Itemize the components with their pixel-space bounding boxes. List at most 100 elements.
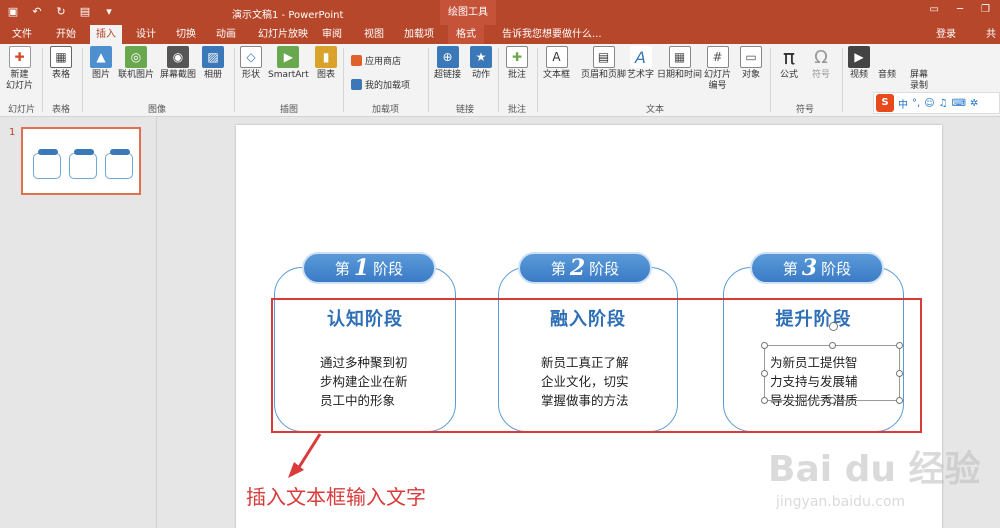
ime-mode[interactable]: 中 <box>898 96 908 111</box>
date-time-button[interactable]: ▦ 日期和时间 <box>657 46 702 81</box>
textbox-button[interactable]: A 文本框 <box>543 46 570 81</box>
group-separator <box>498 48 499 112</box>
thumb-card <box>105 149 133 179</box>
save-icon[interactable]: ▣ <box>6 4 20 18</box>
wordart-button[interactable]: A 艺术字 <box>627 46 654 81</box>
object-button[interactable]: ▭ 对象 <box>740 46 762 81</box>
tab-insert[interactable]: 插入 <box>90 25 122 44</box>
resize-handle[interactable] <box>829 397 836 404</box>
audio-button[interactable]: 音频 <box>878 70 896 81</box>
tab-file[interactable]: 文件 <box>12 25 32 44</box>
ribbon-display-icon[interactable]: ▭ <box>930 4 939 15</box>
object-icon: ▭ <box>740 46 762 68</box>
resize-handle[interactable] <box>896 370 903 377</box>
tab-animations[interactable]: 动画 <box>216 25 236 44</box>
slide-number-button[interactable]: # 幻灯片 编号 <box>704 46 731 92</box>
group-label-illustrations: 插图 <box>280 105 299 115</box>
video-icon: ▶ <box>848 46 870 68</box>
thumb-card-header <box>110 149 130 155</box>
quick-access-toolbar: ▣ ↶ ↻ ▤ ▾ <box>6 4 116 18</box>
minimize-icon[interactable]: ─ <box>957 4 963 15</box>
screen-recording-button[interactable]: 屏幕 录制 <box>910 70 928 92</box>
rotate-handle-icon[interactable] <box>829 322 838 331</box>
hyperlink-button[interactable]: ⊕ 超链接 <box>434 46 461 81</box>
stage-header-3[interactable]: 第 3 阶段 <box>750 252 884 284</box>
settings-icon[interactable]: ✲ <box>970 98 978 109</box>
punctuation-icon[interactable]: °, <box>912 98 920 109</box>
undo-icon[interactable]: ↶ <box>30 4 44 18</box>
smartart-button[interactable]: ▶ SmartArt <box>268 46 309 81</box>
emoji-icon[interactable]: ☺ <box>924 98 934 109</box>
group-label-links: 链接 <box>456 105 475 115</box>
resize-handle[interactable] <box>896 342 903 349</box>
group-separator <box>428 48 429 112</box>
tab-transitions[interactable]: 切换 <box>176 25 196 44</box>
tab-home[interactable]: 开始 <box>56 25 76 44</box>
tab-slideshow[interactable]: 幻灯片放映 <box>258 25 308 44</box>
my-addins-button[interactable]: 我的加载项 <box>351 78 410 91</box>
tab-review[interactable]: 审阅 <box>322 25 342 44</box>
group-separator <box>842 48 843 112</box>
screenshot-button[interactable]: ◉ 屏幕截图 <box>160 46 196 81</box>
start-slideshow-icon[interactable]: ▤ <box>78 4 92 18</box>
customize-qat-icon[interactable]: ▾ <box>102 4 116 18</box>
group-separator <box>42 48 43 112</box>
store-icon <box>351 55 362 66</box>
store-button[interactable]: 应用商店 <box>351 54 401 67</box>
shapes-button[interactable]: ◇ 形状 <box>240 46 262 81</box>
video-button[interactable]: ▶ 视频 <box>848 46 870 81</box>
slide-thumbnail[interactable] <box>21 127 141 195</box>
slide-number-icon: # <box>706 46 729 68</box>
comment-button[interactable]: ✚ 批注 <box>506 46 528 81</box>
redo-icon[interactable]: ↻ <box>54 4 68 18</box>
stage-header-1[interactable]: 第 1 阶段 <box>302 252 436 284</box>
stage-header-2[interactable]: 第 2 阶段 <box>518 252 652 284</box>
keyboard-icon[interactable]: ⌨ <box>952 98 966 109</box>
restore-icon[interactable]: ❐ <box>981 4 990 15</box>
group-label-text: 文本 <box>646 105 665 115</box>
comment-icon: ✚ <box>506 46 528 68</box>
tab-addins[interactable]: 加载项 <box>404 25 434 44</box>
stage-suffix: 阶段 <box>821 259 852 278</box>
picture-icon: ▲ <box>90 46 112 68</box>
table-button[interactable]: ▦ 表格 <box>50 46 72 81</box>
header-footer-button[interactable]: ▤ 页眉和页脚 <box>581 46 626 81</box>
online-picture-button[interactable]: ◎ 联机图片 <box>118 46 154 81</box>
resize-handle[interactable] <box>761 370 768 377</box>
group-separator <box>82 48 83 112</box>
new-slide-button[interactable]: ✚ 新建 幻灯片 <box>6 46 33 92</box>
group-separator <box>770 48 771 112</box>
my-addins-icon <box>351 79 362 90</box>
share-button[interactable]: 共 <box>986 25 996 44</box>
thumb-card <box>33 149 61 179</box>
thumb-card-header <box>74 149 94 155</box>
resize-handle[interactable] <box>829 342 836 349</box>
picture-button[interactable]: ▲ 图片 <box>90 46 112 81</box>
group-label-images: 图像 <box>148 105 167 115</box>
ime-toolbar: S 中 °, ☺ ♫ ⌨ ✲ <box>873 92 1000 114</box>
thumb-card-header <box>38 149 58 155</box>
tab-view[interactable]: 视图 <box>364 25 384 44</box>
resize-handle[interactable] <box>896 397 903 404</box>
symbol-button[interactable]: Ω 符号 <box>810 46 832 81</box>
online-picture-icon: ◎ <box>125 46 147 68</box>
resize-handle[interactable] <box>761 342 768 349</box>
ribbon-tabs: 文件 开始 插入 设计 切换 动画 幻灯片放映 审阅 视图 加载项 格式 告诉我… <box>0 25 1000 44</box>
stage-number: 2 <box>569 255 586 281</box>
action-button[interactable]: ★ 动作 <box>470 46 492 81</box>
textbox-icon: A <box>545 46 568 68</box>
tell-me-search[interactable]: 告诉我您想要做什么... <box>502 25 602 44</box>
microphone-icon[interactable]: ♫ <box>939 98 948 109</box>
sogou-logo-icon[interactable]: S <box>876 94 894 112</box>
resize-handle[interactable] <box>761 397 768 404</box>
chart-button[interactable]: ▮ 图表 <box>315 46 337 81</box>
equation-button[interactable]: π 公式 <box>778 45 800 81</box>
login-link[interactable]: 登录 <box>936 25 956 44</box>
thumb-card <box>69 149 97 179</box>
photo-album-button[interactable]: ▨ 相册 <box>202 46 224 81</box>
group-separator <box>343 48 344 112</box>
tab-design[interactable]: 设计 <box>136 25 156 44</box>
stage-prefix: 第 <box>550 259 566 278</box>
tab-format[interactable]: 格式 <box>448 25 484 44</box>
selected-textbox-frame[interactable] <box>761 322 903 404</box>
